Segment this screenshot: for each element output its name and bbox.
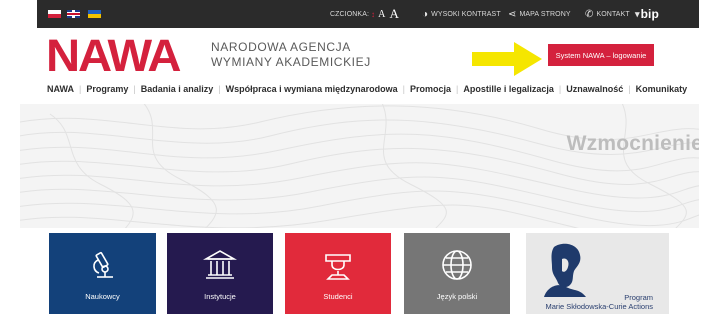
tile-marie-curie[interactable]: Program Marie Skłodowska-Curie Actions: [526, 233, 669, 314]
tile-naukowcy[interactable]: Naukowcy: [49, 233, 156, 314]
graduate-icon: [325, 254, 351, 280]
uk-flag-icon[interactable]: [67, 10, 80, 18]
tile-studenci[interactable]: Studenci: [285, 233, 391, 314]
building-icon: [202, 250, 238, 279]
nav-item-apostille[interactable]: Apostille i legalizacja: [463, 84, 554, 94]
ua-flag-icon[interactable]: [88, 10, 101, 18]
globe-icon: [442, 250, 472, 280]
arrow-right-icon: [472, 42, 542, 76]
tile-instytucje[interactable]: Instytucje: [167, 233, 273, 314]
nav-separator: |: [402, 84, 405, 94]
nav-item-badania[interactable]: Badania i analizy: [141, 84, 214, 94]
nav-separator: |: [133, 84, 136, 94]
contact-label: KONTAKT: [596, 10, 630, 18]
nav-item-promocja[interactable]: Promocja: [410, 84, 451, 94]
sitemap-link[interactable]: ⋖ MAPA STRONY: [508, 0, 571, 28]
tile-marie-curie-label: Program Marie Skłodowska-Curie Actions: [545, 293, 653, 311]
hero-title: Wzmocnienie: [566, 132, 699, 155]
tile-jezyk-polski[interactable]: Język polski: [404, 233, 510, 314]
hero-banner[interactable]: Wzmocnienie: [20, 104, 699, 228]
phone-icon: ✆: [585, 8, 594, 20]
tile-instytucje-label: Instytucje: [204, 292, 236, 301]
tile-studenci-label: Studenci: [323, 292, 353, 301]
font-large-button[interactable]: A: [389, 6, 399, 22]
tile-marie-curie-line2: Marie Skłodowska-Curie Actions: [545, 302, 653, 311]
nav-separator: |: [79, 84, 82, 94]
font-default-icon[interactable]: ↕: [371, 10, 375, 19]
main-nav: NAWA | Programy | Badania i analizy | Ws…: [47, 82, 687, 96]
nav-separator: |: [218, 84, 221, 94]
bip-label: bip: [640, 7, 659, 21]
nav-separator: |: [558, 84, 562, 94]
tile-naukowcy-label: Naukowcy: [85, 292, 120, 301]
contact-link[interactable]: ✆ KONTAKT: [585, 0, 630, 28]
topographic-pattern: [20, 104, 699, 228]
bip-icon: ▾: [635, 8, 640, 19]
agency-name-line2: WYMIANY AKADEMICKIEJ: [211, 55, 371, 69]
agency-name: NARODOWA AGENCJA WYMIANY AKADEMICKIEJ: [211, 40, 371, 70]
nav-item-uznawalnosc[interactable]: Uznawalność: [566, 84, 623, 94]
login-button[interactable]: System NAWA – logowanie: [548, 44, 654, 66]
tile-marie-curie-line1: Program: [624, 293, 653, 302]
microscope-icon: [92, 252, 113, 278]
tile-jezyk-polski-label: Język polski: [436, 292, 478, 301]
nav-item-komunikaty[interactable]: Komunikaty: [636, 84, 688, 94]
contrast-icon: ◑: [422, 8, 429, 20]
font-size-label: CZCIONKA:: [330, 10, 370, 18]
font-small-button[interactable]: A: [378, 9, 385, 20]
pl-flag-icon[interactable]: [48, 10, 61, 18]
marie-curie-portrait-icon: [544, 243, 586, 297]
nawa-logo[interactable]: NAWA: [46, 33, 181, 78]
bip-link[interactable]: ▾ bip: [635, 0, 659, 28]
agency-name-line1: NARODOWA AGENCJA: [211, 40, 351, 54]
nav-separator: |: [628, 84, 631, 94]
share-icon: ⋖: [508, 8, 517, 20]
high-contrast-link[interactable]: ◑ WYSOKI KONTRAST: [422, 0, 501, 28]
high-contrast-label: WYSOKI KONTRAST: [431, 10, 501, 18]
nav-separator: |: [456, 84, 459, 94]
nav-item-nawa[interactable]: NAWA: [47, 84, 74, 94]
sitemap-label: MAPA STRONY: [519, 10, 571, 18]
font-size-control: CZCIONKA: ↕ A A: [330, 0, 399, 28]
nav-item-programy[interactable]: Programy: [86, 84, 128, 94]
nav-item-wspolpraca[interactable]: Współpraca i wymiana międzynarodowa: [226, 84, 398, 94]
